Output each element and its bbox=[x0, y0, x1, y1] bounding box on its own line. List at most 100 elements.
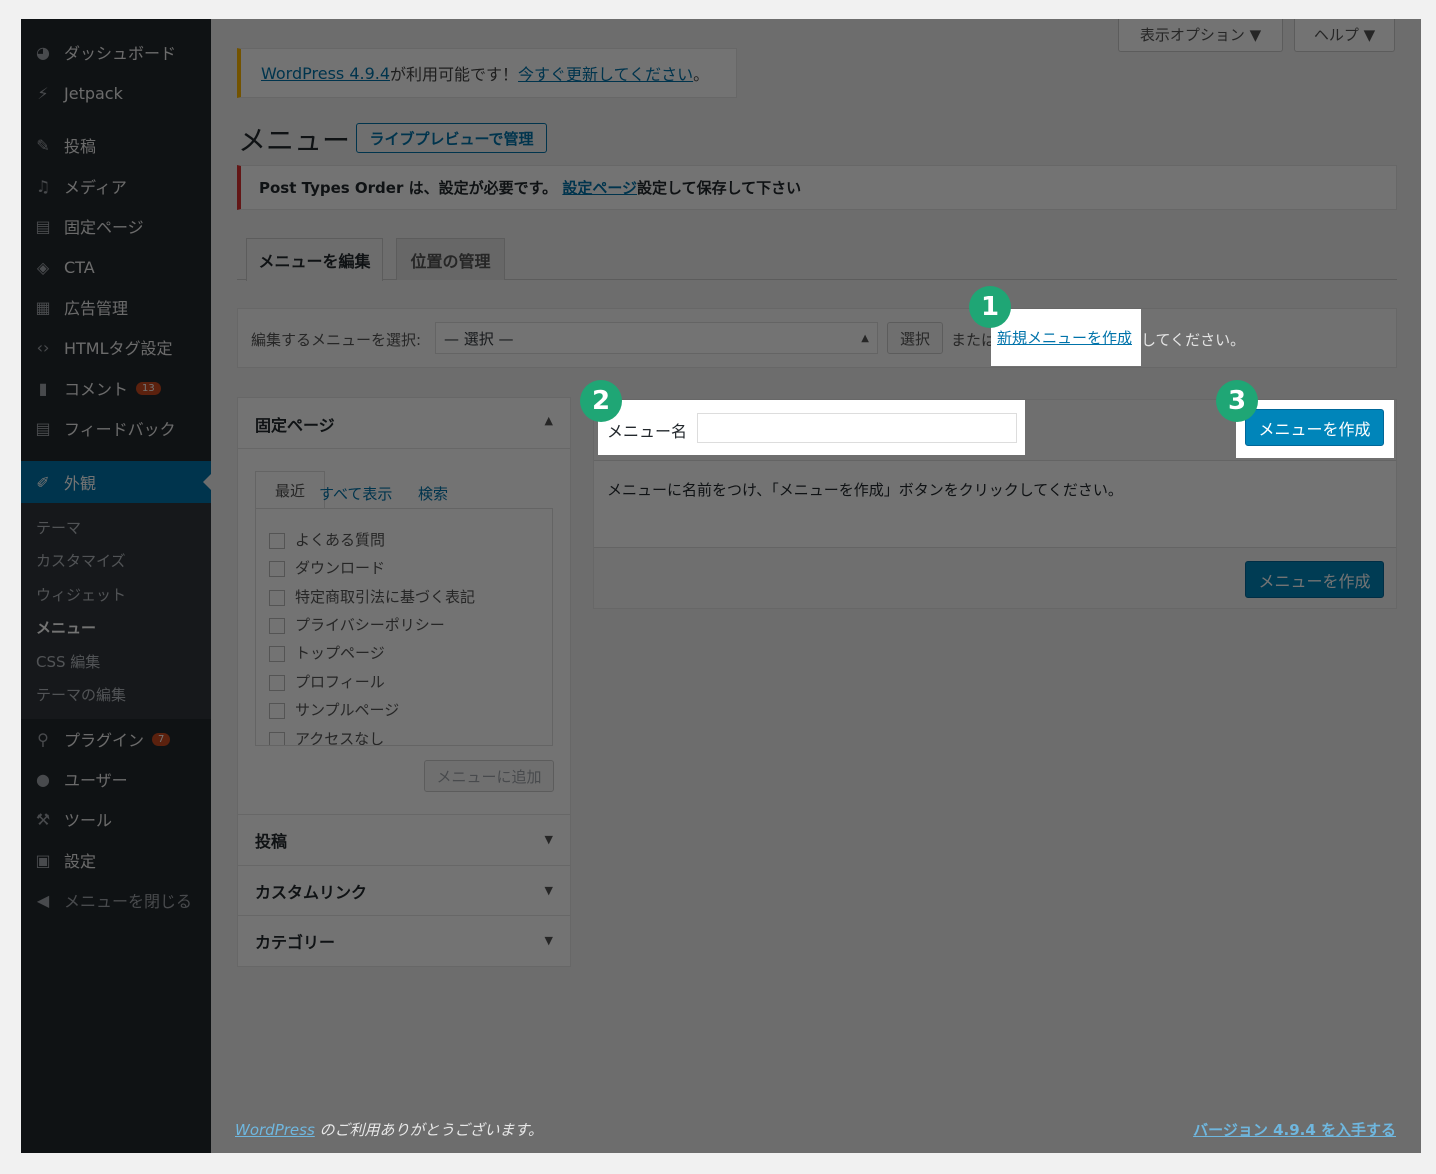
active-arrow bbox=[203, 474, 211, 490]
submenu-menus[interactable]: メニュー bbox=[36, 617, 96, 638]
help-toggle[interactable]: ヘルプ ▼ bbox=[1294, 19, 1395, 52]
tab-search[interactable]: 検索 bbox=[418, 483, 448, 504]
accordion-custom-links[interactable]: カスタムリンク ▼ bbox=[238, 865, 570, 915]
list-item[interactable]: アクセスなし bbox=[269, 728, 384, 745]
sidebar-item-pages[interactable]: ▤ 固定ページ bbox=[21, 206, 211, 246]
error-notice-text2: 設定して保存して下さい bbox=[637, 179, 802, 197]
sidebar-item-feedback[interactable]: ▤ フィードバック bbox=[21, 408, 211, 448]
list-item[interactable]: 特定商取引法に基づく表記 bbox=[269, 586, 475, 607]
chevron-down-icon: ▼ bbox=[544, 884, 553, 897]
tab-view-all[interactable]: すべて表示 bbox=[319, 483, 392, 504]
pin-icon: ✎ bbox=[36, 135, 50, 155]
menu-editor-body: メニューに名前をつけ、「メニューを作成」ボタンをクリックしてください。 bbox=[594, 460, 1396, 548]
list-item[interactable]: トップページ bbox=[269, 642, 385, 663]
collapse-up-icon[interactable]: ▲ bbox=[545, 414, 553, 427]
chevron-down-icon: ▼ bbox=[544, 934, 553, 947]
error-notice: Post Types Order は、設定が必要です。 設定ページ 設定して保存… bbox=[237, 165, 1397, 210]
wordpress-link[interactable]: WordPress bbox=[235, 1121, 315, 1139]
accordion-posts-label: 投稿 bbox=[255, 831, 288, 851]
new-menu-suffix: してください。 bbox=[1141, 331, 1246, 349]
collapse-icon: ◀ bbox=[36, 890, 50, 910]
sidebar-item-ads[interactable]: ▦ 広告管理 bbox=[21, 287, 211, 327]
checkbox[interactable] bbox=[269, 589, 285, 606]
select-menu-button[interactable]: 選択 bbox=[887, 322, 943, 354]
list-item[interactable]: ダウンロード bbox=[269, 557, 385, 578]
sidebar-item-tools[interactable]: ⚒ ツール bbox=[21, 799, 211, 839]
user-icon: ● bbox=[36, 769, 50, 789]
create-new-menu-link[interactable]: 新規メニューを作成 bbox=[997, 327, 1132, 348]
tab-manage-locations[interactable]: 位置の管理 bbox=[396, 238, 505, 280]
list-item[interactable]: よくある質問 bbox=[269, 529, 385, 550]
footer-thanks-text: のご利用ありがとうございます。 bbox=[314, 1121, 544, 1139]
page-title: メニュー bbox=[238, 124, 351, 157]
submenu-theme-editor[interactable]: テーマの編集 bbox=[36, 684, 126, 705]
update-notice: WordPress 4.9.4 が利用可能です！ 今すぐ更新してください。 bbox=[237, 48, 737, 98]
list-item[interactable]: サンプルページ bbox=[269, 699, 399, 720]
sidebar-item-cta[interactable]: ◈ CTA bbox=[21, 247, 211, 287]
wp-version-link[interactable]: WordPress 4.9.4 bbox=[261, 64, 390, 83]
highlight-menu-name: メニュー名 bbox=[598, 400, 1025, 455]
jetpack-icon: ⚡ bbox=[37, 83, 49, 103]
pages-checklist: よくある質問 ダウンロード 特定商取引法に基づく表記 プライバシーポリシー トッ… bbox=[255, 508, 553, 746]
screen-options-toggle[interactable]: 表示オプション ▼ bbox=[1118, 19, 1283, 52]
sidebar-item-settings[interactable]: ▣ 設定 bbox=[21, 840, 211, 880]
footer-thanks: WordPress のご利用ありがとうございます。 bbox=[235, 1119, 543, 1140]
step-1-badge: 1 bbox=[969, 286, 1011, 328]
submenu-customize[interactable]: カスタマイズ bbox=[36, 550, 126, 571]
list-item[interactable]: プロフィール bbox=[269, 671, 385, 692]
sidebar-item-posts[interactable]: ✎ 投稿 bbox=[21, 125, 211, 165]
checkbox[interactable] bbox=[269, 674, 285, 691]
sidebar-item-plugins[interactable]: ⚲ プラグイン 7 bbox=[21, 719, 211, 759]
or-text: または bbox=[951, 331, 997, 349]
update-notice-suffix: 。 bbox=[693, 65, 710, 84]
page-icon: ▤ bbox=[35, 216, 51, 236]
add-to-menu-button[interactable]: メニューに追加 bbox=[424, 760, 554, 792]
menu-select-dropdown[interactable]: — 選択 — ▲ bbox=[435, 322, 878, 354]
tab-recent[interactable]: 最近 bbox=[255, 471, 325, 509]
submenu-widgets[interactable]: ウィジェット bbox=[36, 584, 126, 605]
checkbox[interactable] bbox=[269, 532, 285, 549]
settings-page-link[interactable]: 設定ページ bbox=[562, 177, 637, 198]
feedback-icon: ▤ bbox=[35, 418, 51, 438]
sidebar-item-dashboard[interactable]: ◕ ダッシュボード bbox=[21, 32, 211, 72]
sidebar-item-html-tags[interactable]: ‹› HTMLタグ設定 bbox=[21, 327, 211, 367]
tab-edit-menus[interactable]: メニューを編集 bbox=[246, 238, 383, 281]
step-3-badge: 3 bbox=[1216, 380, 1258, 422]
checkbox[interactable] bbox=[269, 560, 285, 577]
sidebar-item-media[interactable]: ♫ メディア bbox=[21, 166, 211, 206]
accordion-categories[interactable]: カテゴリー ▼ bbox=[238, 915, 570, 965]
sidebar-item-comments[interactable]: ▮ コメント 13 bbox=[21, 368, 211, 408]
sidebar-collapse[interactable]: ◀ メニューを閉じる bbox=[21, 880, 211, 920]
highlight-new-menu: 新規メニューを作成 bbox=[991, 309, 1141, 366]
ads-icon: ▦ bbox=[35, 297, 51, 317]
select-menu-label: 編集するメニューを選択: bbox=[251, 331, 422, 349]
sidebar-item-users[interactable]: ● ユーザー bbox=[21, 759, 211, 799]
sidebar-item-jetpack[interactable]: ⚡ Jetpack bbox=[21, 73, 211, 113]
get-version-link[interactable]: バージョン 4.9.4 を入手する bbox=[1193, 1119, 1396, 1140]
list-item[interactable]: プライバシーポリシー bbox=[269, 614, 445, 635]
submenu-themes[interactable]: テーマ bbox=[36, 517, 81, 538]
highlight-create-menu: メニューを作成 bbox=[1236, 400, 1394, 458]
checkbox[interactable] bbox=[269, 645, 285, 662]
accordion-posts[interactable]: 投稿 ▼ bbox=[238, 814, 570, 864]
admin-sidebar: ◕ ダッシュボード ⚡ Jetpack ✎ 投稿 ♫ メディア ▤ 固定ページ ◈ CTA … bbox=[21, 19, 211, 1153]
pages-section-title[interactable]: 固定ページ bbox=[255, 412, 335, 436]
live-preview-button[interactable]: ライブプレビューで管理 bbox=[356, 123, 547, 153]
tag-icon: ◈ bbox=[36, 257, 50, 277]
plugins-count-badge: 7 bbox=[152, 732, 171, 746]
checkbox[interactable] bbox=[269, 731, 285, 745]
checkbox[interactable] bbox=[269, 702, 285, 719]
create-menu-button-bottom[interactable]: メニューを作成 bbox=[1245, 561, 1384, 598]
comments-count-badge: 13 bbox=[136, 381, 161, 395]
wrench-icon: ⚒ bbox=[35, 809, 51, 829]
item-label: プライバシーポリシー bbox=[295, 616, 445, 634]
checkbox[interactable] bbox=[269, 617, 285, 634]
accordion-categories-label: カテゴリー bbox=[255, 932, 336, 952]
item-label: サンプルページ bbox=[295, 701, 400, 719]
select-arrows-icon: ▲ bbox=[861, 332, 869, 344]
create-menu-button[interactable]: メニューを作成 bbox=[1245, 409, 1384, 446]
menu-name-input[interactable] bbox=[697, 413, 1017, 443]
sidebar-item-appearance[interactable]: ✐ 外観 bbox=[21, 461, 211, 503]
update-now-link[interactable]: 今すぐ更新してください bbox=[518, 61, 693, 85]
submenu-css[interactable]: CSS 編集 bbox=[36, 651, 100, 672]
